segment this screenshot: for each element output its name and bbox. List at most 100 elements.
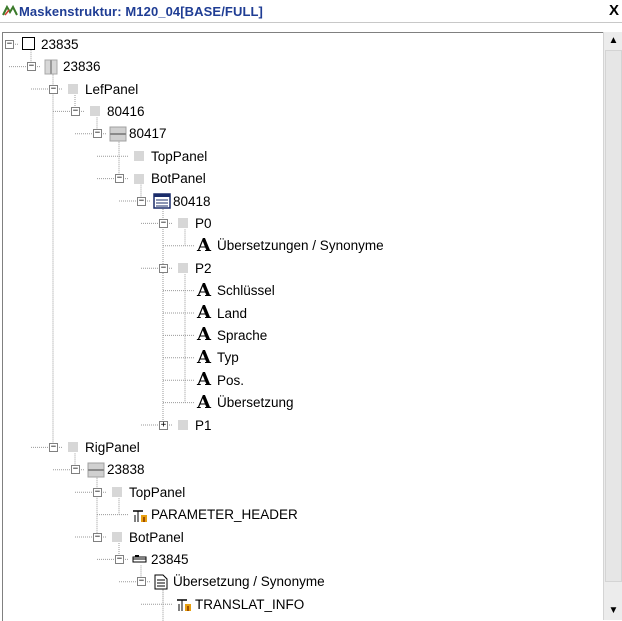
- expand-icon[interactable]: +: [159, 420, 168, 430]
- collapse-icon[interactable]: −: [93, 129, 102, 139]
- tree-node[interactable]: PARAMETER_HEADER: [131, 504, 298, 526]
- panel-icon: [175, 417, 191, 433]
- tree-node[interactable]: A Typ: [197, 347, 239, 369]
- tree-node-label: BotPanel: [151, 171, 206, 187]
- structure-tree: 23835−23836− LefPanel −80416−80417− TopPane…: [3, 33, 603, 621]
- collapse-icon[interactable]: −: [137, 577, 146, 587]
- document-icon: [153, 574, 169, 590]
- tree-panel: 23835−23836− LefPanel −80416−80417− TopPane…: [2, 32, 604, 621]
- split-panel-h-icon: [87, 462, 105, 478]
- tree-node-label: Pos.: [217, 372, 245, 388]
- tree-node[interactable]: BotPanel: [109, 526, 184, 548]
- tree-node-label: 80418: [173, 193, 211, 209]
- tree-node-label: Typ: [217, 350, 239, 366]
- tree-node-label: TopPanel: [151, 148, 208, 164]
- frame-icon: [21, 36, 37, 52]
- collapse-icon[interactable]: −: [49, 84, 58, 94]
- tree-node[interactable]: RigPanel: [65, 436, 140, 458]
- collapse-icon[interactable]: −: [93, 532, 102, 542]
- tree-node-label: Übersetzung / Synonyme: [173, 574, 325, 590]
- tree-node[interactable]: A Übersetzungen / Synonyme: [197, 235, 384, 257]
- collapse-icon[interactable]: −: [93, 487, 102, 497]
- tree-node[interactable]: A Schlüssel: [197, 280, 275, 302]
- tree-node[interactable]: TopPanel: [109, 481, 185, 503]
- collapse-icon[interactable]: −: [115, 174, 124, 184]
- notebook-icon: [153, 193, 171, 209]
- tree-node-label: 23838: [107, 462, 145, 478]
- tree-node-label: Sprache: [217, 327, 268, 343]
- tree-node-label: Übersetzung: [217, 395, 294, 411]
- scroll-up-button[interactable]: ▲: [604, 32, 622, 49]
- label-text-icon: A: [197, 302, 211, 323]
- vertical-scrollbar[interactable]: ▲ ▼: [603, 32, 622, 620]
- label-text-icon: A: [197, 279, 211, 301]
- tree-node-label: 23835: [41, 36, 79, 52]
- tree-node[interactable]: TRANSLAT_INFO: [175, 593, 304, 615]
- tree-node-label: P1: [195, 417, 212, 433]
- panel-icon: [109, 529, 125, 545]
- split-panel-h-icon: [109, 126, 127, 142]
- collapse-icon[interactable]: −: [49, 442, 58, 452]
- tree-node-label: P2: [195, 260, 212, 276]
- panel-icon: [175, 215, 191, 231]
- tree-node-label: Schlüssel: [217, 283, 275, 299]
- label-text-icon: A: [197, 234, 211, 256]
- collapse-icon[interactable]: −: [5, 39, 14, 49]
- split-panel-icon: [43, 59, 59, 75]
- tree-node[interactable]: P2: [175, 257, 212, 279]
- toolbar-icon: [131, 551, 147, 567]
- tree-node[interactable]: 80417: [109, 123, 167, 145]
- scroll-thumb[interactable]: [605, 50, 622, 582]
- tree-node[interactable]: TopPanel: [131, 145, 207, 167]
- tree-node-label: 80417: [129, 126, 167, 142]
- panel-icon: [131, 148, 147, 164]
- tree-node[interactable]: 80418: [153, 190, 211, 212]
- label-text-icon: A: [197, 369, 211, 391]
- tree-node-label: 80416: [107, 103, 145, 119]
- tree-node-label: LefPanel: [85, 81, 139, 97]
- close-button[interactable]: X: [606, 2, 622, 20]
- tree-node[interactable]: 23835: [21, 33, 79, 55]
- panel-icon: [131, 171, 147, 187]
- collapse-icon[interactable]: −: [159, 263, 168, 273]
- panel-icon: [175, 260, 191, 276]
- tree-node[interactable]: A Land: [197, 302, 247, 324]
- tree-node-label: TopPanel: [129, 484, 186, 500]
- collapse-icon[interactable]: −: [137, 196, 146, 206]
- collapse-icon[interactable]: −: [27, 62, 36, 72]
- tree-node[interactable]: Übersetzung / Synonyme: [153, 571, 325, 593]
- collapse-icon[interactable]: −: [159, 218, 168, 228]
- window-title: Maskenstruktur: M120_04[BASE/FULL]: [19, 4, 263, 19]
- tree-node[interactable]: 80416: [87, 100, 145, 122]
- collapse-icon[interactable]: −: [71, 106, 80, 116]
- label-text-icon: A: [197, 324, 211, 346]
- panel-icon: [87, 103, 103, 119]
- tree-node-label: Übersetzungen / Synonyme: [217, 238, 384, 254]
- collapse-icon[interactable]: −: [71, 465, 80, 475]
- tree-node-label: 23836: [63, 59, 101, 75]
- tree-node-label: 23845: [151, 551, 189, 567]
- tree-node[interactable]: BotPanel: [131, 168, 206, 190]
- tree-node[interactable]: 23845: [131, 548, 189, 570]
- subform-icon: [131, 507, 147, 523]
- tree-node-label: P0: [195, 215, 212, 231]
- tree-node-label: BotPanel: [129, 529, 184, 545]
- tree-node[interactable]: A Sprache: [197, 324, 267, 346]
- tree-node-label: TRANSLAT_INFO: [195, 596, 305, 612]
- tree-node[interactable]: 23838: [87, 459, 145, 481]
- tree-node[interactable]: P0: [175, 212, 212, 234]
- tree-node[interactable]: P1: [175, 414, 212, 436]
- label-text-icon: A: [197, 391, 211, 413]
- collapse-icon[interactable]: −: [115, 554, 124, 564]
- panel-icon: [109, 484, 125, 500]
- tree-node[interactable]: A Übersetzung: [197, 392, 294, 414]
- tree-node[interactable]: 23836: [43, 56, 101, 78]
- tree-node[interactable]: A Pos.: [197, 369, 244, 391]
- tree-node[interactable]: LefPanel: [65, 78, 138, 100]
- panel-icon: [65, 439, 81, 455]
- scroll-down-button[interactable]: ▼: [604, 602, 622, 619]
- subform-icon: [175, 596, 191, 612]
- panel-icon: [65, 81, 81, 97]
- app-icon: [2, 4, 18, 16]
- title-bar: Maskenstruktur: M120_04[BASE/FULL] X: [0, 0, 622, 23]
